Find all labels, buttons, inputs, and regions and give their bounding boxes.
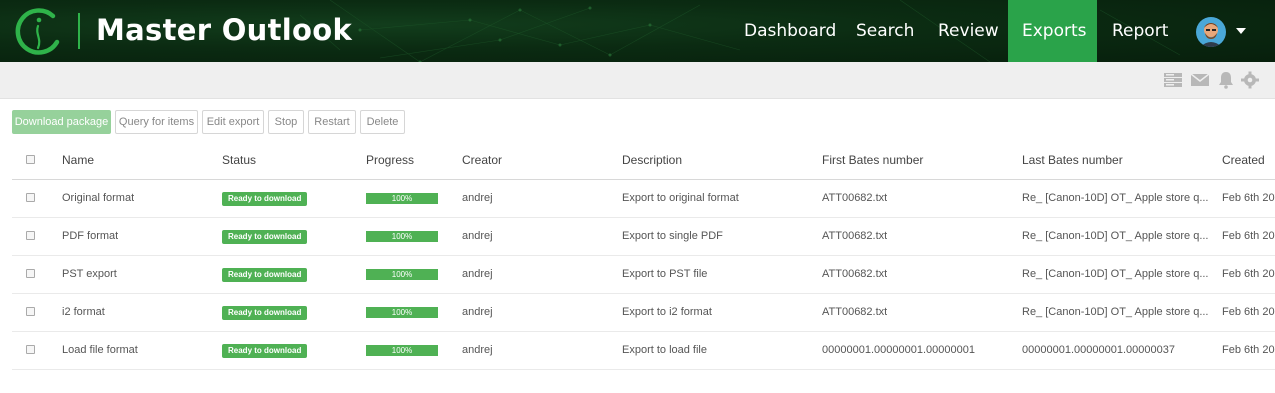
cell-description: Export to PST file xyxy=(622,268,708,280)
nav-exports[interactable]: Exports xyxy=(1008,0,1097,62)
download-package-button[interactable]: Download package xyxy=(12,110,111,134)
query-for-items-button[interactable]: Query for items xyxy=(115,110,198,134)
progress-bar: 100% xyxy=(366,307,438,318)
gear-icon[interactable] xyxy=(1240,71,1260,89)
progress-bar: 100% xyxy=(366,269,438,280)
column-header-first-bates[interactable]: First Bates number xyxy=(822,153,923,167)
cell-name: PST export xyxy=(62,268,117,280)
cell-creator: andrej xyxy=(462,344,493,356)
top-navbar: Master Outlook Dashboard Search Review E… xyxy=(0,0,1275,62)
nav-search[interactable]: Search xyxy=(842,0,923,62)
progress-bar: 100% xyxy=(366,231,438,242)
user-avatar[interactable] xyxy=(1196,17,1226,47)
cell-name: Load file format xyxy=(62,344,138,356)
progress-bar: 100% xyxy=(366,193,438,204)
restart-button[interactable]: Restart xyxy=(308,110,356,134)
cell-first-bates: ATT00682.txt xyxy=(822,268,888,280)
cell-name: PDF format xyxy=(62,230,119,242)
delete-button[interactable]: Delete xyxy=(360,110,405,134)
progress-label: 100% xyxy=(391,232,413,241)
status-badge: Ready to download xyxy=(222,230,308,244)
cell-created: Feb 6th 20 xyxy=(1222,306,1275,318)
cell-description: Export to i2 format xyxy=(622,306,712,318)
app-logo-icon[interactable] xyxy=(13,6,65,58)
nav-dashboard[interactable]: Dashboard xyxy=(729,0,842,62)
cell-created: Feb 6th 20 xyxy=(1222,268,1275,280)
column-header-progress[interactable]: Progress xyxy=(366,153,414,167)
cell-first-bates: ATT00682.txt xyxy=(822,192,888,204)
bell-icon[interactable] xyxy=(1216,71,1236,89)
column-header-name[interactable]: Name xyxy=(62,153,94,167)
select-all-checkbox[interactable] xyxy=(26,155,35,164)
cell-creator: andrej xyxy=(462,230,493,242)
cell-last-bates: Re_ [Canon-10D] OT_ Apple store q... xyxy=(1022,230,1209,242)
cell-first-bates: ATT00682.txt xyxy=(822,230,888,242)
column-header-creator[interactable]: Creator xyxy=(462,153,502,167)
cell-last-bates: Re_ [Canon-10D] OT_ Apple store q... xyxy=(1022,192,1209,204)
cell-created: Feb 6th 20 xyxy=(1222,230,1275,242)
table-header-row: Name Status Progress Creator Description… xyxy=(12,142,1275,180)
column-header-last-bates[interactable]: Last Bates number xyxy=(1022,153,1123,167)
progress-label: 100% xyxy=(391,270,413,279)
brand-divider xyxy=(78,13,80,49)
stop-button[interactable]: Stop xyxy=(268,110,304,134)
secondary-toolbar xyxy=(0,62,1275,99)
server-icon[interactable] xyxy=(1163,71,1183,89)
progress-label: 100% xyxy=(391,194,413,203)
nav-report[interactable]: Report xyxy=(1097,0,1182,62)
cell-description: Export to original format xyxy=(622,192,739,204)
status-badge: Ready to download xyxy=(222,306,308,320)
cell-name: i2 format xyxy=(62,306,105,318)
cell-creator: andrej xyxy=(462,306,493,318)
cell-name: Original format xyxy=(62,192,135,204)
progress-bar: 100% xyxy=(366,345,438,356)
app-title[interactable]: Master Outlook xyxy=(96,13,352,47)
column-header-status[interactable]: Status xyxy=(222,153,256,167)
progress-label: 100% xyxy=(391,308,413,317)
row-checkbox[interactable] xyxy=(26,269,35,278)
cell-description: Export to load file xyxy=(622,344,707,356)
progress-label: 100% xyxy=(391,346,413,355)
cell-last-bates: Re_ [Canon-10D] OT_ Apple store q... xyxy=(1022,268,1209,280)
table-row[interactable]: Load file format Ready to download 100% … xyxy=(12,332,1275,370)
row-checkbox[interactable] xyxy=(26,345,35,354)
cell-created: Feb 6th 20 xyxy=(1222,344,1275,356)
cell-last-bates: 00000001.00000001.00000037 xyxy=(1022,344,1175,356)
table-row[interactable]: i2 format Ready to download 100% andrej … xyxy=(12,294,1275,332)
edit-export-button[interactable]: Edit export xyxy=(202,110,264,134)
row-checkbox[interactable] xyxy=(26,193,35,202)
cell-creator: andrej xyxy=(462,192,493,204)
cell-last-bates: Re_ [Canon-10D] OT_ Apple store q... xyxy=(1022,306,1209,318)
cell-created: Feb 6th 20 xyxy=(1222,192,1275,204)
table-row[interactable]: PDF format Ready to download 100% andrej… xyxy=(12,218,1275,256)
table-row[interactable]: Original format Ready to download 100% a… xyxy=(12,180,1275,218)
cell-first-bates: ATT00682.txt xyxy=(822,306,888,318)
status-badge: Ready to download xyxy=(222,344,308,358)
cell-description: Export to single PDF xyxy=(622,230,723,242)
row-checkbox[interactable] xyxy=(26,307,35,316)
cell-first-bates: 00000001.00000001.00000001 xyxy=(822,344,975,356)
status-badge: Ready to download xyxy=(222,192,308,206)
status-badge: Ready to download xyxy=(222,268,308,282)
column-header-description[interactable]: Description xyxy=(622,153,682,167)
row-checkbox[interactable] xyxy=(26,231,35,240)
column-header-created[interactable]: Created xyxy=(1222,153,1265,167)
user-menu-chevron-down-icon[interactable] xyxy=(1236,28,1246,34)
table-row[interactable]: PST export Ready to download 100% andrej… xyxy=(12,256,1275,294)
cell-creator: andrej xyxy=(462,268,493,280)
nav-review[interactable]: Review xyxy=(923,0,1008,62)
mail-icon[interactable] xyxy=(1190,71,1210,89)
